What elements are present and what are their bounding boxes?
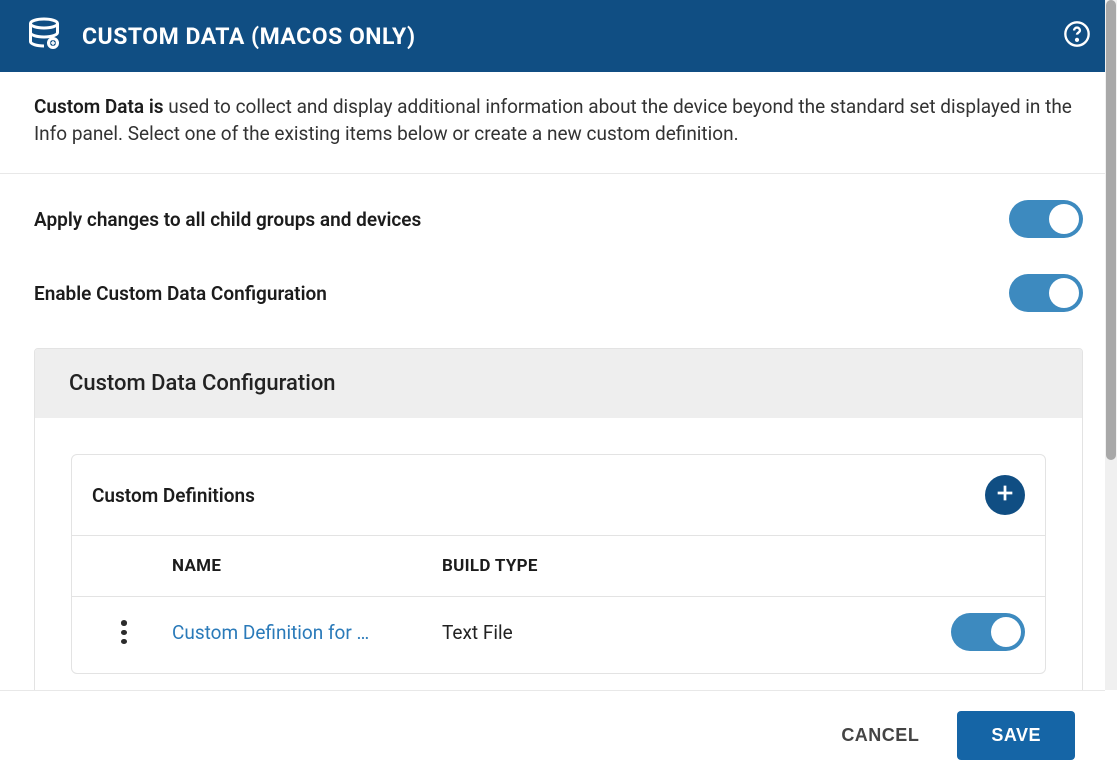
definitions-header: Custom Definitions [72, 455, 1045, 536]
description-text: Custom Data is used to collect and displ… [0, 72, 1117, 174]
table-header: NAME BUILD TYPE [72, 536, 1045, 597]
definitions-card: Custom Definitions NAME BUILD TYPE [71, 454, 1046, 674]
plus-icon [994, 482, 1016, 508]
config-panel-title: Custom Data Configuration [35, 349, 1082, 418]
config-panel: Custom Data Configuration Custom Definit… [34, 348, 1083, 690]
database-icon [26, 16, 62, 56]
scrollbar-track[interactable] [1105, 0, 1117, 690]
footer: CANCEL SAVE [0, 690, 1105, 780]
setting-apply-children: Apply changes to all child groups and de… [34, 200, 1083, 238]
page-header: CUSTOM DATA (MACOS ONLY) [0, 0, 1117, 72]
page-title: CUSTOM DATA (MACOS ONLY) [82, 23, 416, 50]
save-button[interactable]: SAVE [957, 711, 1075, 760]
help-icon[interactable] [1063, 20, 1091, 52]
setting-label: Apply changes to all child groups and de… [34, 208, 421, 231]
column-header-name: NAME [172, 556, 442, 576]
description-bold: Custom Data is [34, 95, 164, 118]
config-panel-body: Custom Definitions NAME BUILD TYPE [35, 418, 1082, 690]
scrollbar-thumb[interactable] [1106, 0, 1116, 460]
apply-children-toggle[interactable] [1009, 200, 1083, 238]
enable-config-toggle[interactable] [1009, 274, 1083, 312]
row-actions-menu[interactable] [112, 620, 136, 644]
setting-label: Enable Custom Data Configuration [34, 282, 327, 305]
header-left: CUSTOM DATA (MACOS ONLY) [26, 16, 416, 56]
setting-enable-config: Enable Custom Data Configuration [34, 274, 1083, 312]
definitions-title: Custom Definitions [92, 484, 255, 507]
settings-block: Apply changes to all child groups and de… [0, 174, 1117, 312]
definition-buildtype: Text File [442, 621, 905, 644]
cancel-button[interactable]: CANCEL [833, 711, 927, 760]
table-row: Custom Definition for … Text File [72, 597, 1045, 673]
add-definition-button[interactable] [985, 475, 1025, 515]
definition-name-link[interactable]: Custom Definition for … [172, 621, 402, 644]
column-header-buildtype: BUILD TYPE [442, 556, 905, 576]
content-area: Custom Data is used to collect and displ… [0, 72, 1117, 690]
description-rest: used to collect and display additional i… [34, 95, 1072, 145]
definition-enabled-toggle[interactable] [951, 613, 1025, 651]
